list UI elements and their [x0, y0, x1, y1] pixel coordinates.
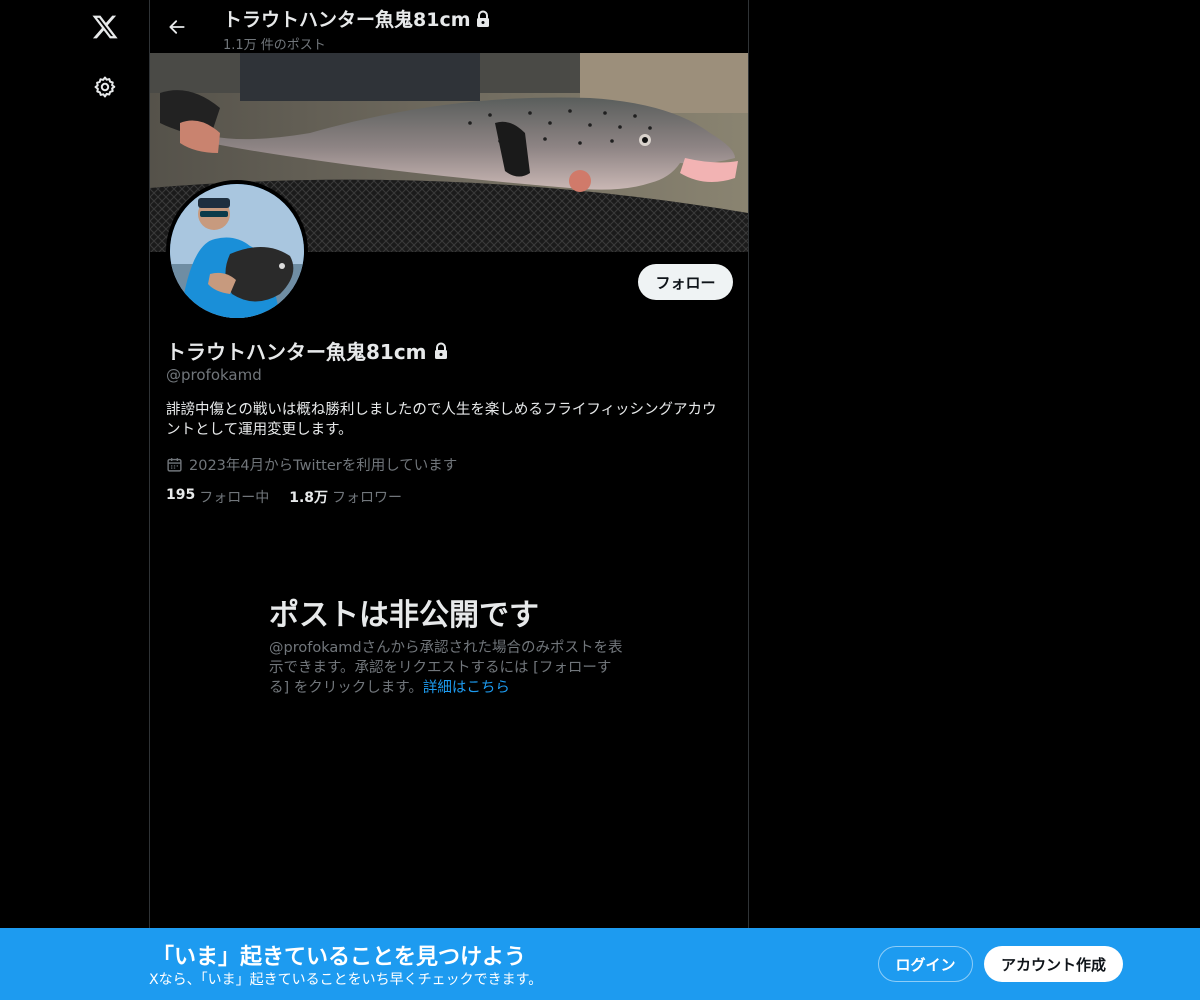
profile-header-bar: トラウトハンター魚鬼81cm 1.1万 件のポスト [150, 0, 748, 53]
profile-column: トラウトハンター魚鬼81cm 1.1万 件のポスト フォロー トラウトハンター魚… [149, 0, 749, 1000]
x-logo-icon[interactable] [82, 4, 128, 50]
login-button[interactable]: ログイン [878, 946, 973, 982]
profile-name: トラウトハンター魚鬼81cm [166, 336, 449, 365]
back-button[interactable] [160, 10, 194, 44]
signup-prompt-subtitle: Xなら、「いま」起きていることをいち早くチェックできます。 [149, 972, 543, 988]
signup-prompt-title: 「いま」起きていることを見つけよう [152, 945, 527, 970]
gear-icon[interactable] [82, 64, 128, 110]
followers-label: フォロワー [332, 490, 403, 506]
learn-more-link[interactable]: 詳細はこちら [423, 680, 510, 696]
arrow-left-icon [169, 20, 185, 34]
private-notice-description: @profokamdさんから承認された場合のみポストを表示できます。承認をリクエ… [269, 638, 629, 698]
header-title: トラウトハンター魚鬼81cm [223, 5, 491, 32]
left-nav [0, 0, 150, 1000]
following-label: フォロー中 [199, 490, 270, 506]
lock-icon [434, 342, 447, 359]
header-title-text: トラウトハンター魚鬼81cm [223, 9, 471, 31]
following-count: 195 [166, 487, 196, 503]
avatar[interactable] [166, 180, 308, 322]
followers-stat[interactable]: 1.8万 フォロワー [289, 487, 402, 507]
signup-prompt-bar: 「いま」起きていることを見つけよう Xなら、「いま」起きていることをいち早くチェ… [0, 928, 1200, 1000]
profile-stats: 195 フォロー中 1.8万 フォロワー [166, 487, 402, 507]
private-notice-title: ポストは非公開です [269, 598, 539, 633]
following-stat[interactable]: 195 フォロー中 [166, 487, 269, 507]
profile-name-text: トラウトハンター魚鬼81cm [166, 340, 427, 364]
followers-count: 1.8万 [289, 490, 329, 506]
profile-handle: @profokamd [166, 366, 262, 384]
join-date-text: 2023年4月からTwitterを利用しています [189, 458, 458, 474]
calendar-icon [167, 458, 182, 472]
lock-icon [476, 10, 489, 27]
profile-bio: 誹謗中傷との戦いは概ね勝利しましたので人生を楽しめるフライフィッシングアカウント… [166, 402, 717, 438]
signup-button[interactable]: アカウント作成 [984, 946, 1123, 982]
post-count: 1.1万 件のポスト [223, 38, 326, 53]
join-date: 2023年4月からTwitterを利用しています [166, 454, 457, 475]
follow-button[interactable]: フォロー [638, 264, 733, 300]
